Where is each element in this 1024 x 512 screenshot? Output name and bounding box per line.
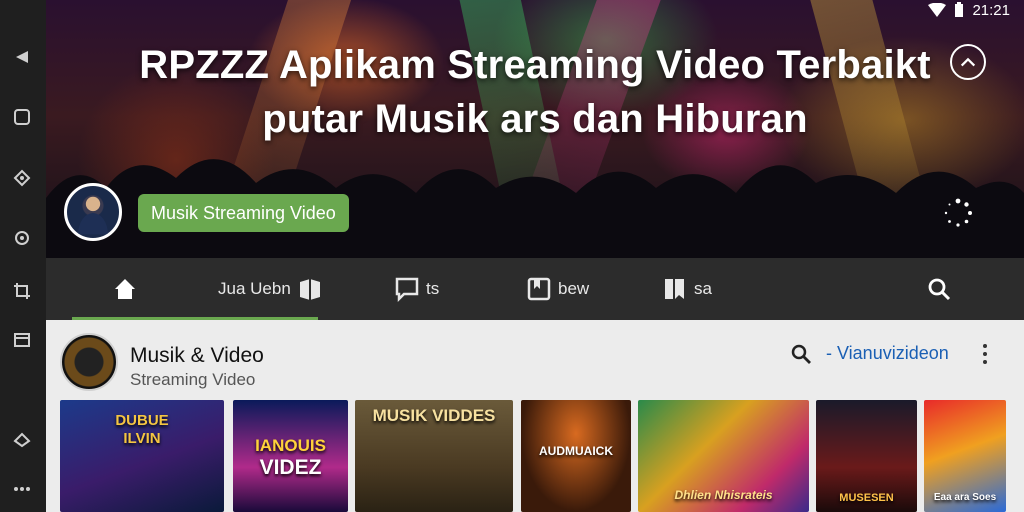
tab-3[interactable]: bew [526, 258, 589, 320]
tab-4[interactable]: sa [662, 258, 712, 320]
content-panel: Musik & Video Streaming Video - Vianuviz… [46, 320, 1024, 512]
channel-name: Musik & Video [130, 344, 264, 367]
tab-1[interactable]: Jua Uebn [218, 258, 323, 320]
window-icon[interactable] [11, 329, 33, 351]
thumbnail-title: Eaa ara Soes [933, 492, 997, 503]
tab-bar: Jua Uebn ts bew sa [46, 258, 1024, 320]
bookmark-icon [527, 277, 551, 301]
thumbnail-title: Dhlien Nhisrateis [674, 488, 773, 502]
system-nav-rail [0, 0, 46, 512]
video-thumbnail[interactable]: IANOUIS VIDEZ [233, 400, 348, 512]
home-icon [115, 279, 135, 299]
back-icon[interactable] [11, 46, 33, 68]
video-thumbnail[interactable]: Dhlien Nhisrateis [638, 400, 809, 512]
playlist-icon [665, 279, 684, 299]
thumbnail-title: IANOUIS [255, 436, 326, 455]
loading-spinner-icon [944, 198, 972, 227]
thumbnail-subtitle: VIDEZ [259, 456, 322, 479]
thumbnail-subtitle: ILVIN [123, 430, 161, 447]
library-icon [299, 279, 320, 300]
tab-label: bew [558, 279, 590, 298]
channel-subtitle: Streaming Video [130, 370, 256, 389]
tab-2[interactable]: ts [394, 258, 439, 320]
app-window: RPZZZ Aplikam Streaming Video Terbaikt p… [0, 0, 1024, 512]
video-thumbnail[interactable]: DUBUE ILVIN [60, 400, 224, 512]
tag-icon[interactable] [11, 167, 33, 189]
tab-label: sa [694, 279, 712, 298]
person-icon [77, 196, 109, 235]
share-icon[interactable] [11, 428, 33, 450]
active-tab-indicator [72, 317, 318, 320]
battery-icon [955, 2, 964, 17]
square-icon[interactable] [11, 106, 33, 128]
thumbnail-title: MUSESEN [839, 492, 894, 504]
chat-icon [395, 277, 419, 302]
tab-label: Jua Uebn [218, 279, 291, 298]
channel-avatar[interactable] [60, 333, 118, 391]
video-thumbnail[interactable]: MUSIK VIDDES [355, 400, 513, 512]
thumbnail-title: AUDMUAICK [539, 444, 613, 458]
hero-title-line1: RPZZZ Aplikam Streaming Video Terbaikt [139, 43, 931, 87]
search-icon [928, 278, 951, 301]
clock: 21:21 [972, 1, 1010, 19]
hero-title-line2: putar Musik ars dan Hiburan [262, 97, 808, 141]
search-button[interactable] [926, 258, 952, 320]
search-icon[interactable] [790, 343, 812, 365]
video-thumbnail[interactable]: MUSESEN [816, 400, 917, 512]
video-thumbnail[interactable]: AUDMUAICK [521, 400, 631, 512]
hero-banner: RPZZZ Aplikam Streaming Video Terbaikt p… [46, 0, 1024, 258]
settings-icon[interactable] [11, 227, 33, 249]
hero-title: RPZZZ Aplikam Streaming Video Terbaikt p… [46, 38, 1024, 146]
status-bar: 21:21 [914, 0, 1024, 20]
channel-link[interactable]: - Vianuvizideon [826, 343, 949, 364]
wifi-icon [928, 3, 947, 17]
chevron-icon [960, 57, 976, 67]
avatar[interactable] [64, 183, 122, 241]
thumbnail-title: MUSIK VIDDES [372, 406, 496, 425]
genre-tag[interactable]: Musik Streaming Video [138, 194, 349, 232]
more-menu-icon[interactable] [978, 342, 992, 366]
video-thumbnail[interactable]: Eaa ara Soes [924, 400, 1006, 512]
close-button[interactable] [950, 44, 986, 80]
tab-label: ts [426, 279, 440, 298]
crop-icon[interactable] [11, 280, 33, 302]
thumbnail-title: DUBUE [115, 412, 169, 429]
tab-home[interactable] [112, 258, 138, 320]
more-dots-icon[interactable] [11, 478, 33, 500]
